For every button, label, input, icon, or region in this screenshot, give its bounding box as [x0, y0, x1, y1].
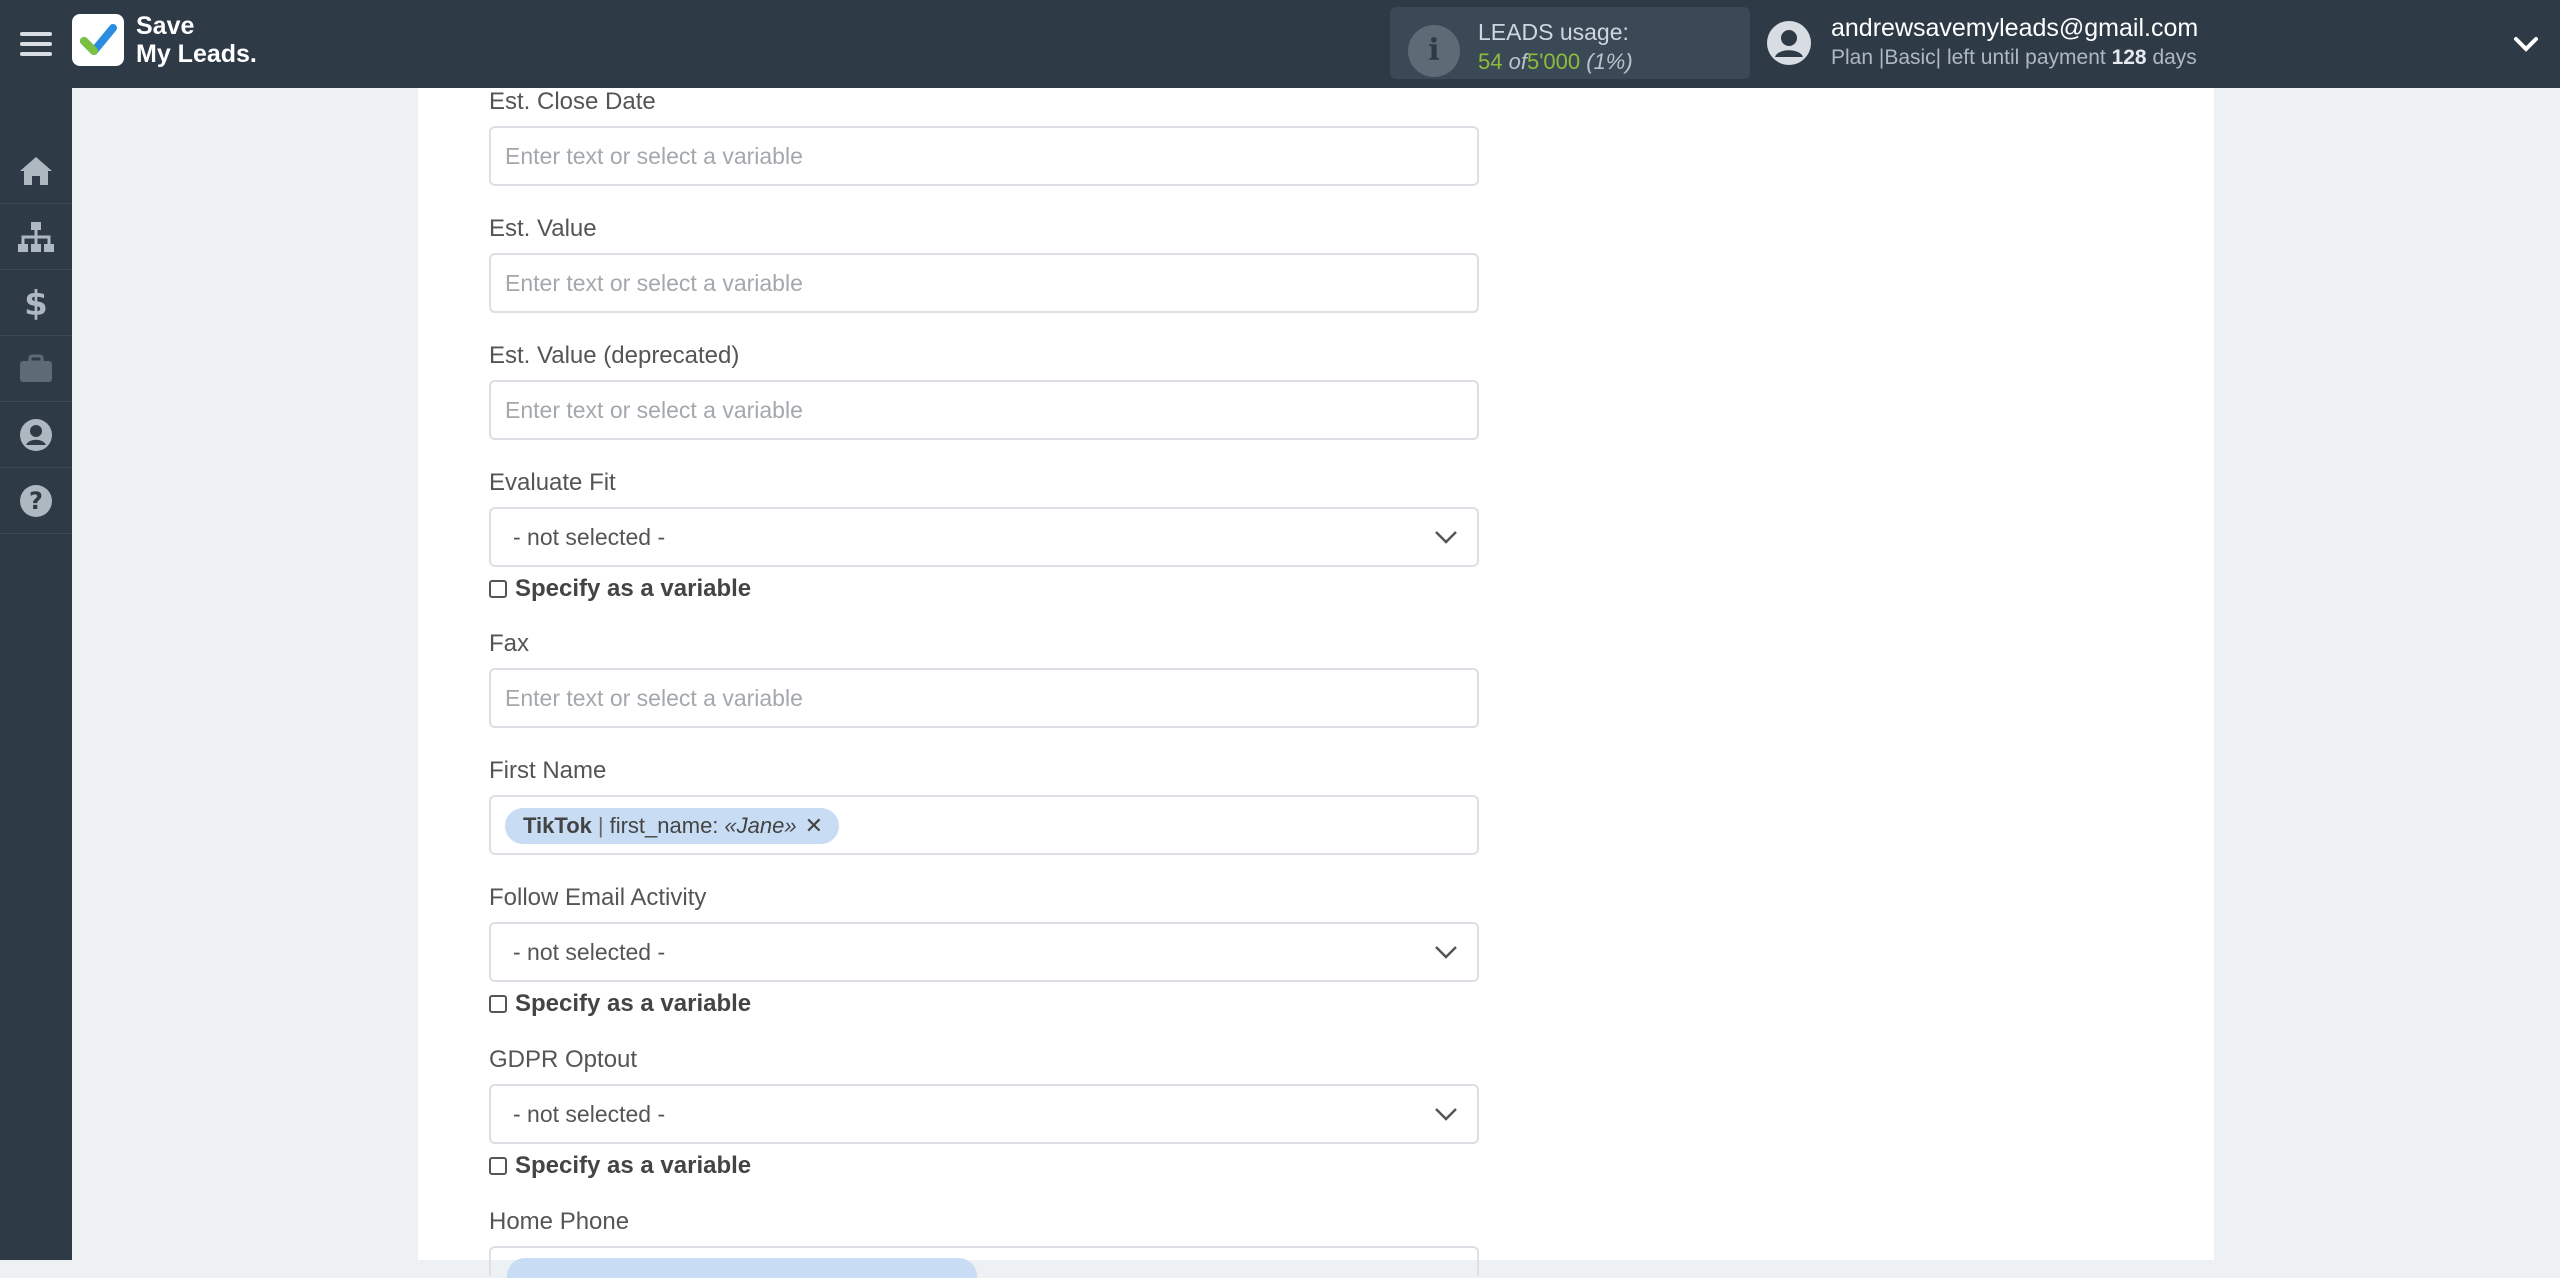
plan-suffix: days — [2152, 46, 2197, 69]
plan-days: 128 — [2111, 46, 2147, 69]
est-close-date-input[interactable] — [489, 126, 1479, 186]
evaluate-fit-select[interactable]: - not selected - — [489, 507, 1479, 567]
follow-email-activity-specify-row: Specify as a variable — [489, 989, 751, 1019]
svg-text:$: $ — [24, 285, 48, 321]
chevron-down-icon — [1435, 946, 1457, 959]
sidebar: $ ? — [0, 88, 72, 1260]
close-icon[interactable]: ✕ — [805, 813, 823, 839]
evaluate-fit-specify-row: Specify as a variable — [489, 574, 751, 604]
usage-of: of — [1508, 49, 1527, 74]
usage-used: 54 — [1478, 49, 1503, 74]
help-icon[interactable]: ? — [0, 468, 72, 534]
variable-tag: TikTok | first_name: «Jane» ✕ — [505, 808, 840, 844]
sitemap-icon[interactable] — [0, 204, 72, 270]
evaluate-fit-label: Evaluate Fit — [489, 469, 616, 496]
follow-email-activity-label: Follow Email Activity — [489, 884, 707, 911]
briefcase-icon[interactable] — [0, 336, 72, 402]
info-icon: i — [1408, 25, 1460, 77]
avatar-icon[interactable] — [1766, 20, 1812, 66]
usage-total: 5'000 — [1526, 49, 1581, 74]
chevron-down-icon[interactable] — [2512, 30, 2540, 58]
user-circle-icon[interactable] — [0, 402, 72, 468]
gdpr-optout-label: GDPR Optout — [489, 1046, 638, 1073]
evaluate-fit-specify-checkbox[interactable] — [489, 580, 507, 598]
gdpr-optout-specify-row: Specify as a variable — [489, 1151, 751, 1181]
tag-value: «Jane» — [724, 813, 797, 838]
logo-line-2: My Leads. — [136, 40, 257, 68]
gdpr-optout-value: - not selected - — [513, 1101, 666, 1127]
tag-source: TikTok — [523, 813, 592, 838]
leads-usage-panel: i LEADS usage: 54 of5'000 (1%) — [1390, 7, 1750, 79]
usage-label: LEADS usage: — [1478, 19, 1629, 45]
tag-separator: | — [597, 813, 604, 838]
logo-text[interactable]: Save My Leads. — [136, 12, 257, 68]
fax-label: Fax — [489, 630, 530, 657]
chevron-down-icon — [1435, 1108, 1457, 1121]
follow-email-activity-specify-checkbox[interactable] — [489, 995, 507, 1013]
usage-count: 54 of5'000 (1%) — [1478, 49, 1633, 75]
evaluate-fit-specify-label: Specify as a variable — [515, 575, 752, 602]
gdpr-optout-specify-label: Specify as a variable — [515, 1152, 752, 1179]
evaluate-fit-value: - not selected - — [513, 524, 666, 550]
tag-field: first_name: — [609, 813, 719, 838]
est-value-deprecated-label: Est. Value (deprecated) — [489, 342, 740, 369]
est-value-label: Est. Value — [489, 215, 597, 242]
logo-icon[interactable] — [72, 14, 124, 66]
follow-email-activity-select[interactable]: - not selected - — [489, 922, 1479, 982]
variable-tag — [507, 1258, 977, 1278]
dollar-icon[interactable]: $ — [0, 270, 72, 336]
est-close-date-label: Est. Close Date — [489, 88, 656, 115]
gdpr-optout-select[interactable]: - not selected - — [489, 1084, 1479, 1144]
home-icon[interactable] — [0, 138, 72, 204]
follow-email-activity-value: - not selected - — [513, 939, 666, 965]
usage-percent: (1%) — [1586, 49, 1633, 74]
est-value-deprecated-input[interactable] — [489, 380, 1479, 440]
home-phone-label: Home Phone — [489, 1208, 630, 1235]
menu-icon[interactable] — [20, 26, 52, 60]
svg-text:?: ? — [29, 487, 43, 515]
home-phone-input[interactable] — [489, 1246, 1479, 1278]
plan-prefix: Plan |Basic| left until payment — [1831, 46, 2106, 69]
user-plan: Plan |Basic| left until payment 128 days — [1831, 46, 2197, 70]
est-value-input[interactable] — [489, 253, 1479, 313]
logo-line-1: Save — [136, 12, 195, 40]
user-email: andrewsavemyleads@gmail.com — [1831, 14, 2199, 42]
follow-email-activity-specify-label: Specify as a variable — [515, 990, 752, 1017]
fax-input[interactable] — [489, 668, 1479, 728]
top-bar: Save My Leads. i LEADS usage: 54 of5'000… — [0, 0, 2560, 88]
gdpr-optout-specify-checkbox[interactable] — [489, 1157, 507, 1175]
chevron-down-icon — [1435, 531, 1457, 544]
first-name-input[interactable]: TikTok | first_name: «Jane» ✕ — [489, 795, 1479, 855]
first-name-label: First Name — [489, 757, 607, 784]
